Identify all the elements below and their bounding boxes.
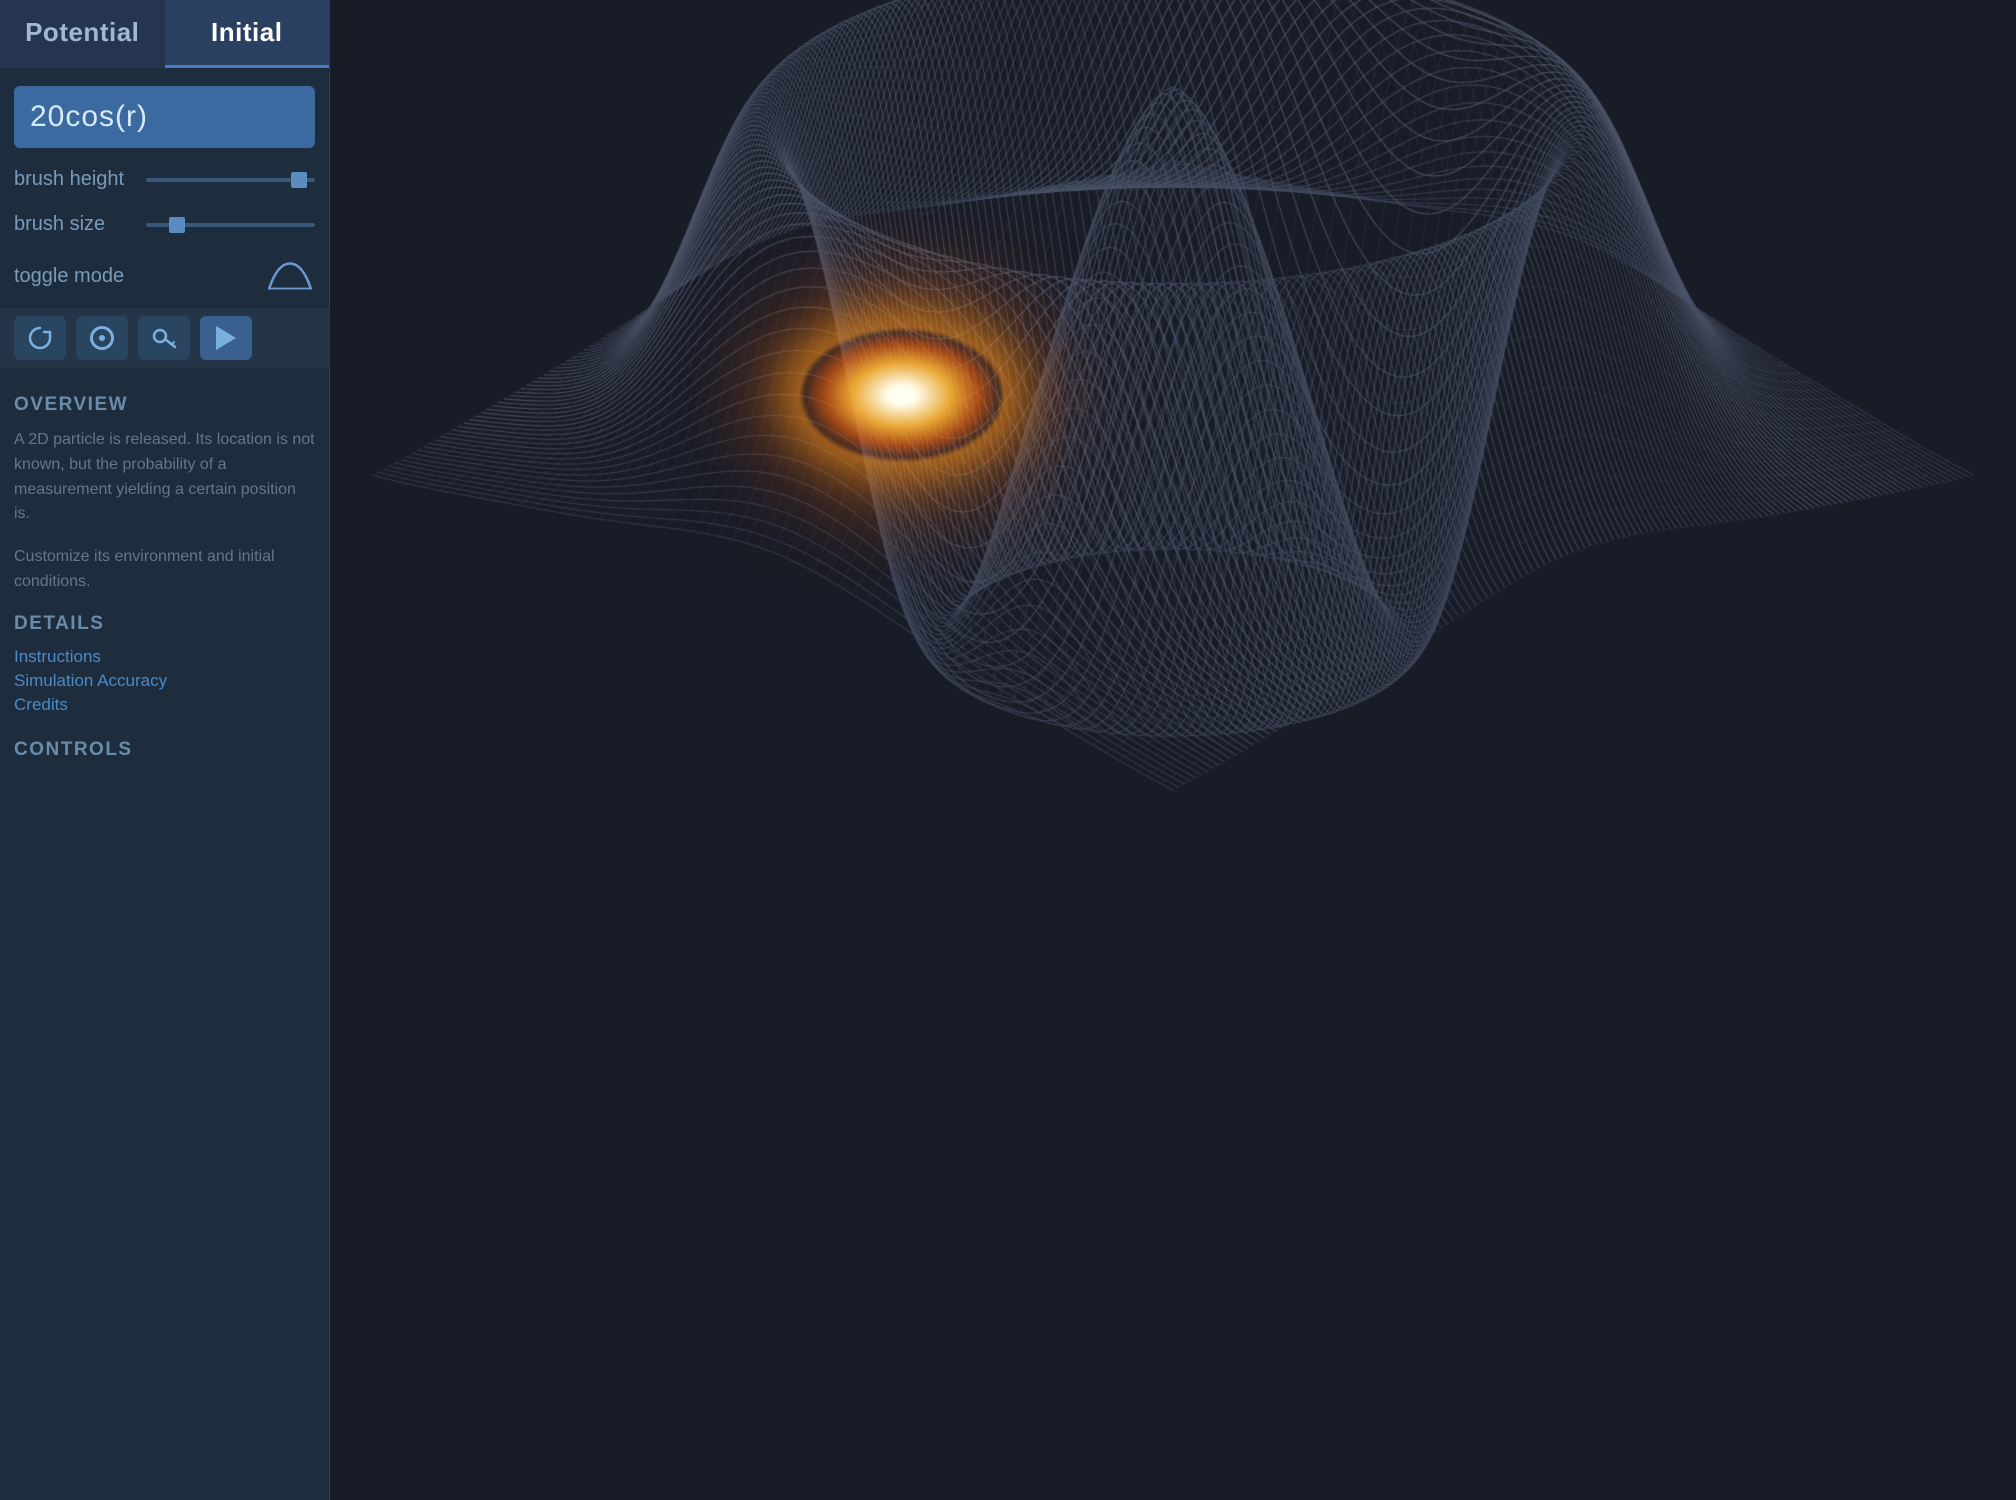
details-header: DETAILS: [14, 613, 315, 635]
brush-height-label: brush height: [14, 168, 134, 191]
brush-height-slider[interactable]: [146, 178, 315, 182]
action-buttons-bar: [0, 308, 329, 368]
details-links: Instructions Simulation Accuracy Credits: [14, 647, 315, 715]
toggle-mode-row: toggle mode: [14, 258, 315, 294]
key-icon: [150, 324, 178, 352]
tabs-container: Potential Initial: [0, 0, 329, 68]
formula-text: 20cos(r): [30, 100, 148, 133]
controls-section: brush height brush size toggle mode: [0, 158, 329, 304]
controls-header: CONTROLS: [14, 739, 315, 761]
wave-visualization: [330, 0, 2016, 1500]
formula-box[interactable]: 20cos(r): [14, 86, 315, 148]
toggle-mode-icon[interactable]: [265, 258, 315, 294]
instructions-link[interactable]: Instructions: [14, 647, 315, 667]
visualization-panel[interactable]: [330, 0, 2016, 1500]
overview-header: OVERVIEW: [14, 394, 315, 416]
brush-size-row: brush size: [14, 213, 315, 236]
key-button[interactable]: [138, 316, 190, 360]
brush-size-label: brush size: [14, 213, 134, 236]
wave-highlight-spot: [802, 330, 1002, 460]
simulation-accuracy-link[interactable]: Simulation Accuracy: [14, 671, 315, 691]
tab-initial[interactable]: Initial: [165, 0, 330, 68]
circle-button[interactable]: [76, 316, 128, 360]
left-panel: Potential Initial 20cos(r) brush height …: [0, 0, 330, 1500]
credits-link[interactable]: Credits: [14, 695, 315, 715]
brush-size-slider[interactable]: [146, 223, 315, 227]
play-icon: [216, 326, 236, 350]
info-section: OVERVIEW A 2D particle is released. Its …: [0, 368, 329, 1500]
overview-text-1: A 2D particle is released. Its location …: [14, 428, 315, 527]
play-button[interactable]: [200, 316, 252, 360]
overview-text-2: Customize its environment and initial co…: [14, 545, 315, 595]
dot-icon: [90, 326, 114, 350]
brush-height-row: brush height: [14, 168, 315, 191]
reset-button[interactable]: [14, 316, 66, 360]
toggle-mode-label: toggle mode: [14, 265, 134, 288]
tab-potential[interactable]: Potential: [0, 0, 165, 68]
